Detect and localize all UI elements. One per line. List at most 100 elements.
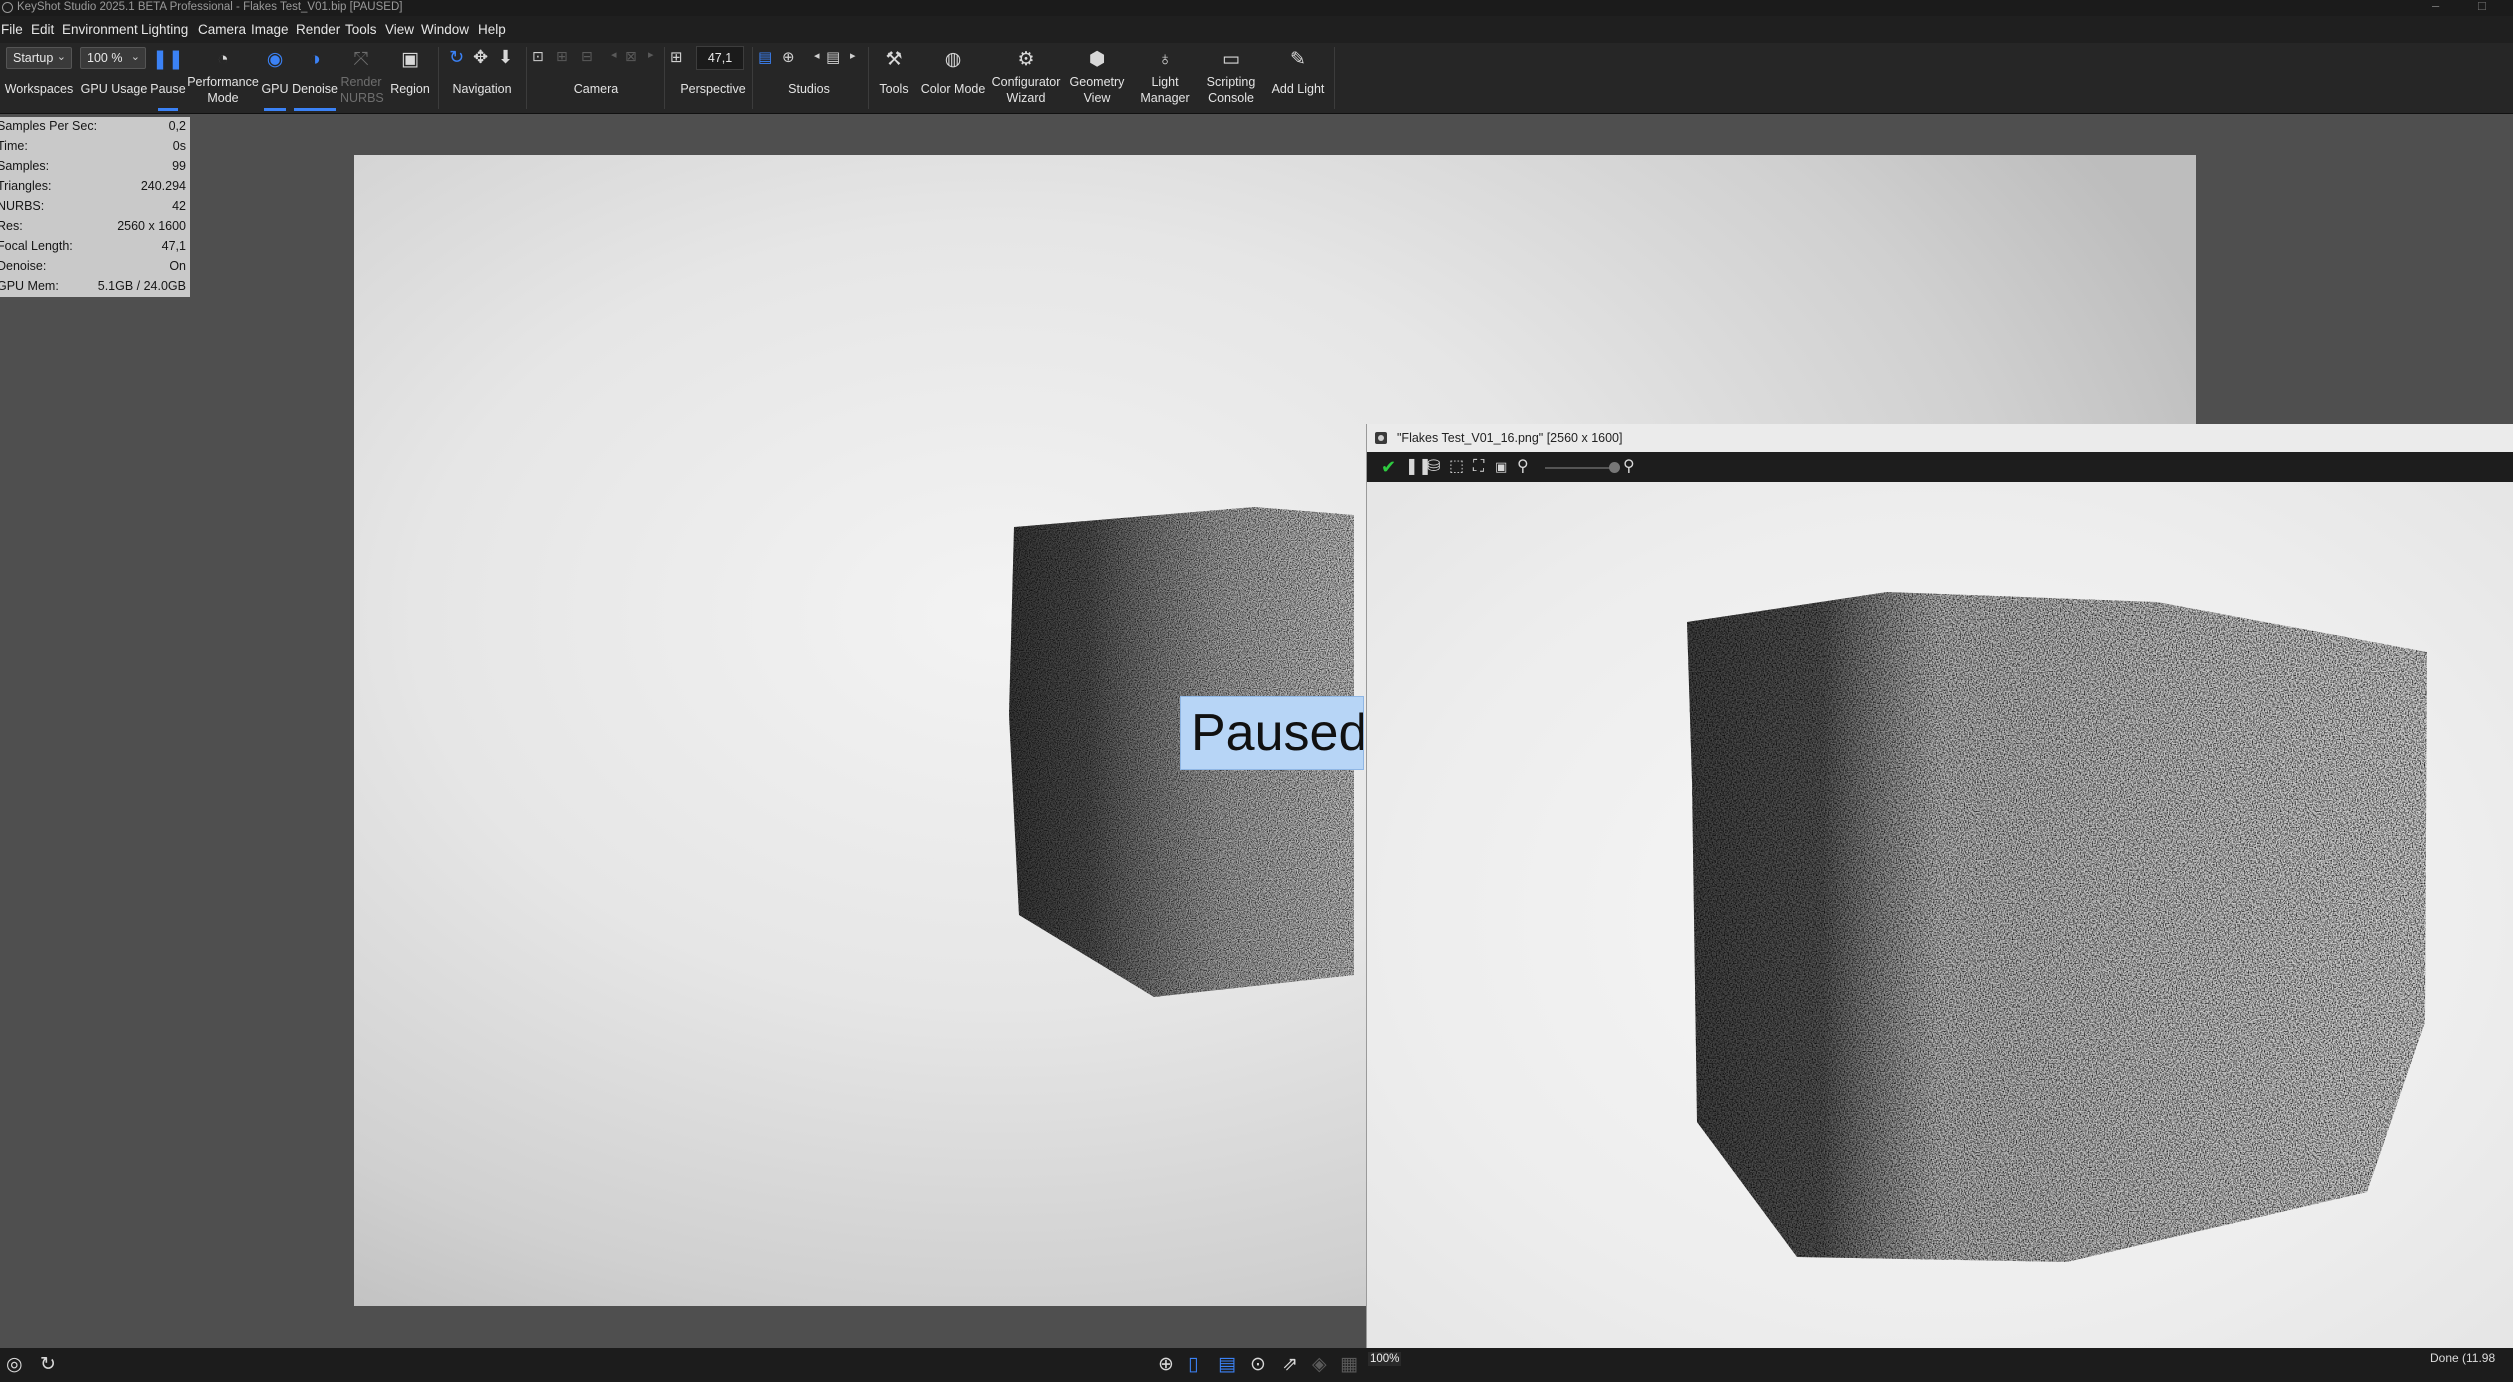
render-nurbs-toggle[interactable]: ⤧ Render NURBS xyxy=(340,43,384,113)
performance-mode-label: Performance Mode xyxy=(187,75,259,105)
camera-group: Camera xyxy=(530,43,662,113)
library-icon[interactable]: ⊕ xyxy=(1158,1354,1174,1376)
perspective-group: Perspective xyxy=(666,43,750,113)
scripting-console-label: Scripting Console xyxy=(1206,75,1256,105)
image-window-titlebar[interactable]: "Flakes Test_V01_16.png" [2560 x 1600] xyxy=(1367,424,2513,452)
minimize-button[interactable]: – xyxy=(2432,0,2439,13)
stat-row: Focal Length: 47,1 xyxy=(0,237,186,257)
image-window-toolbar: ✔ ❚❚ ⛁ ⬚ ⛶ ▣ ⚲ ⚲ xyxy=(1367,452,2513,482)
performance-mode-button[interactable]: ◔ Performance Mode xyxy=(186,43,260,113)
maximize-button[interactable]: □ xyxy=(2478,0,2486,13)
stat-row: Samples: 99 xyxy=(0,157,186,177)
menu-window[interactable]: Window xyxy=(421,22,469,37)
add-light-button[interactable]: ✎ Add Light xyxy=(1264,43,1332,113)
stat-row: Denoise: On xyxy=(0,257,186,277)
stat-row: Res: 2560 x 1600 xyxy=(0,217,186,237)
drop-to-ground-icon[interactable]: ⬇ xyxy=(498,47,513,68)
studios-group: Studios xyxy=(754,43,864,113)
separator xyxy=(664,47,665,109)
animation-icon[interactable]: ⊙ xyxy=(1250,1354,1266,1376)
gpu-usage-button[interactable]: GPU Usage xyxy=(78,43,150,113)
stat-key: Focal Length: xyxy=(0,239,73,253)
geometry-view-button[interactable]: ⬢ Geometry View xyxy=(1062,43,1132,113)
fit-icon[interactable]: ⛶ xyxy=(1473,457,1484,477)
menu-environment[interactable]: Environment xyxy=(62,22,138,37)
actual-size-icon[interactable]: ▣ xyxy=(1495,457,1507,477)
stat-value: 99 xyxy=(172,159,186,173)
palette-icon: ◍ xyxy=(944,49,962,70)
nurbs-icon: ⤧ xyxy=(353,49,369,70)
image-window-title: "Flakes Test_V01_16.png" [2560 x 1600] xyxy=(1397,431,1623,445)
denoise-toggle[interactable]: ◑ Denoise xyxy=(290,43,340,113)
separator xyxy=(438,47,439,109)
cube-icon: ⬢ xyxy=(1088,49,1106,70)
menu-bar: File Edit Environment Lighting Camera Im… xyxy=(0,16,2513,43)
gpu-toggle[interactable]: ◉ GPU xyxy=(260,43,290,113)
scripting-console-button[interactable]: ▭ Scripting Console xyxy=(1198,43,1264,113)
zoom-in-icon[interactable]: ⚲ xyxy=(1623,457,1635,477)
render-status: Done (11.98 xyxy=(2430,1351,2496,1365)
stat-key: GPU Mem: xyxy=(0,279,59,293)
fit-view-icon[interactable]: ✥ xyxy=(473,47,488,68)
tools-button[interactable]: ⚒ Tools xyxy=(872,43,916,113)
camera-eye-icon[interactable]: ◎ xyxy=(6,1354,23,1376)
menu-help[interactable]: Help xyxy=(478,22,506,37)
navigation-label: Navigation xyxy=(452,82,512,96)
active-indicator xyxy=(264,108,286,111)
region-button[interactable]: ▣ Region xyxy=(386,43,434,113)
reset-camera-icon[interactable]: ↻ xyxy=(449,47,464,68)
zoom-out-icon[interactable]: ⚲ xyxy=(1517,457,1529,477)
share-icon[interactable]: ⇗ xyxy=(1282,1354,1298,1376)
keyshotxr-icon[interactable]: ◈ xyxy=(1312,1354,1327,1376)
menu-file[interactable]: File xyxy=(1,22,23,37)
menu-render[interactable]: Render xyxy=(296,22,340,37)
gpu-chip-icon: ◉ xyxy=(266,49,284,70)
light-manager-button[interactable]: ♁ Light Manager xyxy=(1132,43,1198,113)
color-mode-button[interactable]: ◍ Color Mode xyxy=(916,43,990,113)
stat-key: Triangles: xyxy=(0,179,52,193)
gpu-usage-label: GPU Usage xyxy=(80,82,148,96)
gauge-icon: ◔ xyxy=(217,49,229,70)
stat-value: 0s xyxy=(172,139,186,153)
menu-image[interactable]: Image xyxy=(251,22,289,37)
save-icon[interactable]: ⛁ xyxy=(1427,457,1440,477)
menu-edit[interactable]: Edit xyxy=(31,22,54,37)
menu-tools[interactable]: Tools xyxy=(345,22,377,37)
paused-indicator: Paused xyxy=(1180,696,1364,770)
configurator-wizard-button[interactable]: ⚙ Configurator Wizard xyxy=(990,43,1062,113)
pause-button[interactable]: ❚❚ Pause xyxy=(150,43,186,113)
zoom-slider-track[interactable] xyxy=(1545,467,1615,469)
checkmark-icon[interactable]: ✔ xyxy=(1381,457,1396,477)
tools-icon: ⚒ xyxy=(885,49,903,70)
zoom-level: 100% xyxy=(1368,1352,1402,1366)
menu-view[interactable]: View xyxy=(385,22,414,37)
crop-icon[interactable]: ⬚ xyxy=(1449,457,1464,477)
region-icon: ▣ xyxy=(401,49,419,70)
refresh-icon[interactable]: ↻ xyxy=(40,1354,56,1376)
separator xyxy=(868,47,869,109)
stat-value: 2560 x 1600 xyxy=(117,219,186,233)
stat-key: Samples Per Sec: xyxy=(0,119,98,133)
render-output-icon[interactable]: ▦ xyxy=(1340,1354,1358,1376)
image-canvas[interactable] xyxy=(1367,482,2513,1348)
stat-key: Denoise: xyxy=(0,259,47,273)
book-icon[interactable]: ▯ xyxy=(1188,1354,1198,1376)
render-nurbs-label: Render NURBS xyxy=(340,75,384,105)
project-icon[interactable]: ▤ xyxy=(1218,1354,1236,1376)
zoom-slider-handle[interactable] xyxy=(1609,462,1620,473)
pause-icon: ❚❚ xyxy=(152,49,184,70)
configurator-icon: ⚙ xyxy=(1017,49,1035,70)
studios-label: Studios xyxy=(788,82,830,96)
stat-key: NURBS: xyxy=(0,199,45,213)
image-preview-window: "Flakes Test_V01_16.png" [2560 x 1600] ✔… xyxy=(1366,424,2513,1348)
stat-value: On xyxy=(169,259,186,273)
render-stats-panel: Samples Per Sec: 0,2 Time: 0s Samples: 99 T… xyxy=(0,117,190,297)
stat-row: GPU Mem: 5.1GB / 24.0GB xyxy=(0,277,186,297)
stat-row: Triangles: 240.294 xyxy=(0,177,186,197)
workspaces-label: Workspaces xyxy=(4,82,74,96)
keyshot-icon xyxy=(1375,432,1387,444)
menu-lighting[interactable]: Lighting xyxy=(141,22,188,37)
menu-camera[interactable]: Camera xyxy=(198,22,246,37)
workspaces-button[interactable]: Workspaces xyxy=(0,43,78,113)
stat-value: 5.1GB / 24.0GB xyxy=(97,279,186,293)
